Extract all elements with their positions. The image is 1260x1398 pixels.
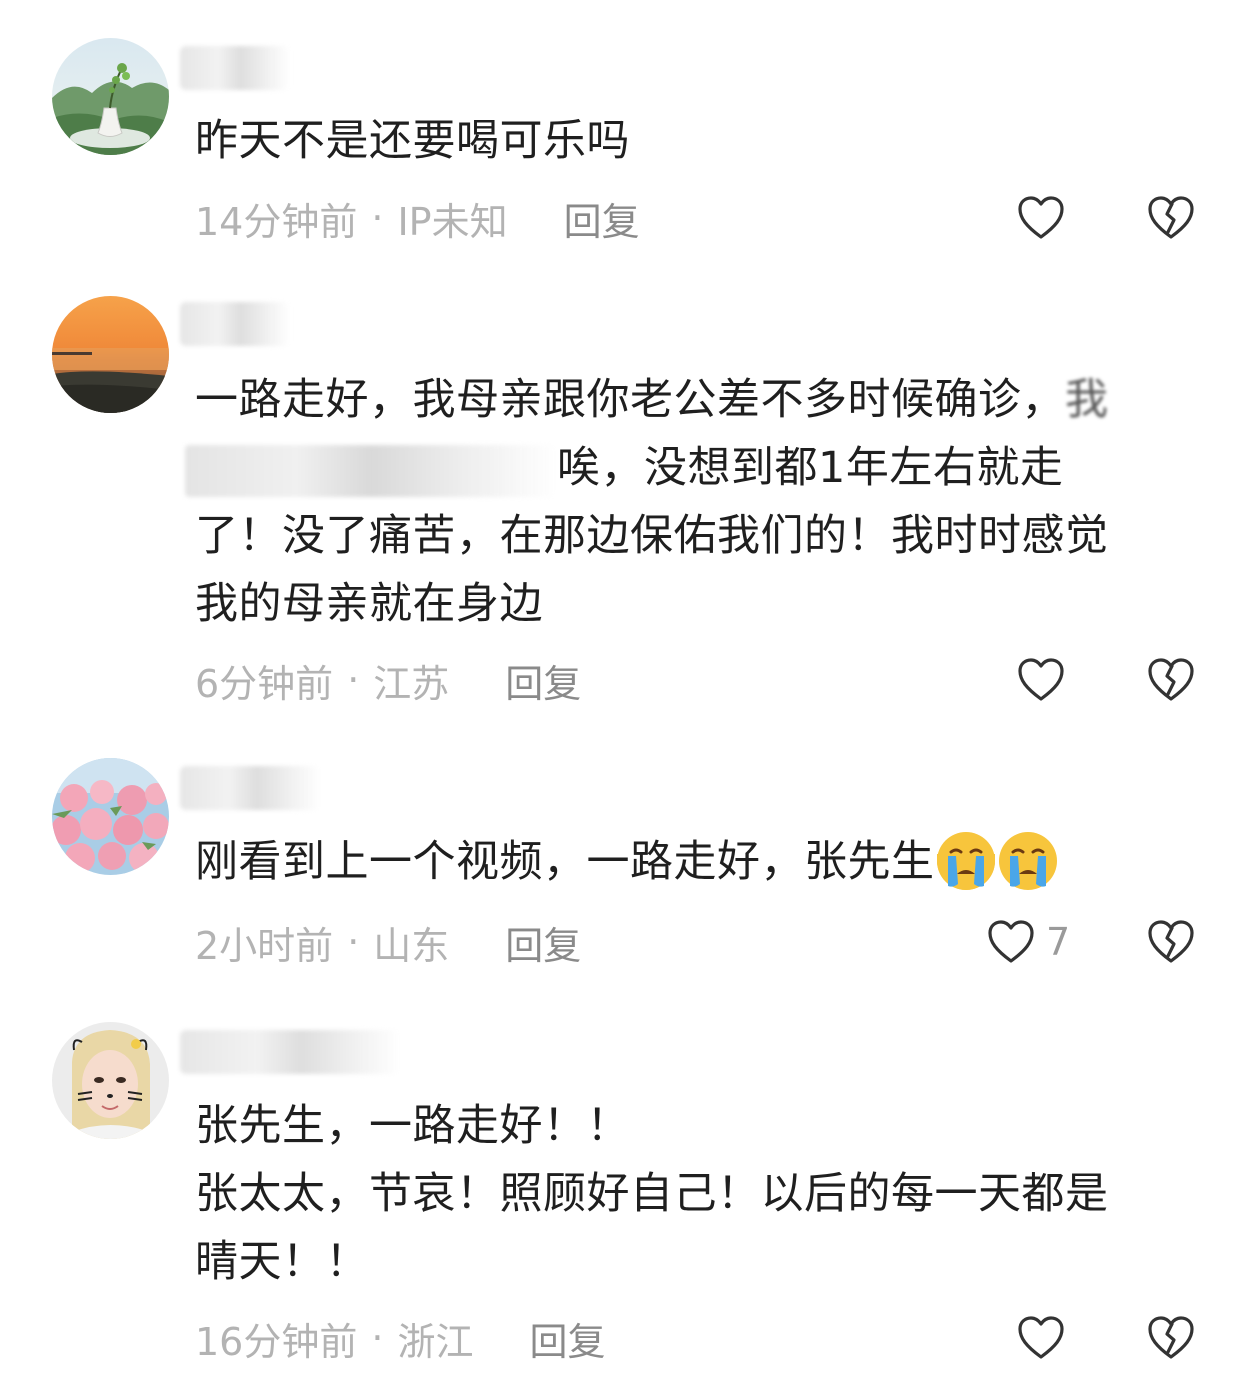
comment-time: 14分钟前	[195, 199, 358, 244]
meta-separator: ·	[347, 658, 360, 702]
bonsai-vase-avatar	[52, 38, 169, 155]
heart-outline-icon	[1018, 1316, 1064, 1359]
comment-line: 我的母亲就在身边	[195, 579, 543, 629]
comment-item: 张先生，一路走好！！ 张太太，节哀！照顾好自己！以后的每一天都是 晴天！！ 16…	[0, 1000, 1260, 1398]
comment-text: 昨天不是还要喝可乐吗	[195, 107, 1205, 175]
dislike-button[interactable]	[1146, 188, 1196, 248]
comment-meta: 14分钟前 · IP未知 回复	[195, 188, 640, 248]
crying-face-icon	[997, 830, 1059, 892]
comment-line: 张太太，节哀！照顾好自己！以后的每一天都是	[195, 1169, 1109, 1219]
heart-outline-icon	[1018, 658, 1064, 701]
comment-location: 山东	[373, 923, 450, 968]
comment-line: 刚看到上一个视频，一路走好，张先生	[195, 828, 1205, 896]
username-blurred[interactable]	[180, 766, 320, 810]
dislike-button[interactable]	[1146, 650, 1196, 710]
username-blurred[interactable]	[180, 1030, 400, 1074]
comment-time: 6分钟前	[195, 661, 334, 706]
user-avatar[interactable]	[52, 758, 169, 875]
user-avatar[interactable]	[52, 296, 169, 413]
comment-line: 唉，没想到都1年左右就走	[185, 434, 1205, 502]
broken-heart-icon	[1148, 1316, 1194, 1359]
reply-button[interactable]: 回复	[505, 915, 581, 970]
username-blurred[interactable]	[180, 302, 290, 346]
user-avatar[interactable]	[52, 38, 169, 155]
comment-line-text: 唉，没想到都1年左右就走	[557, 443, 1064, 493]
comment-line: 了！没了痛苦，在那边保佑我们的！我时时感觉	[195, 511, 1109, 561]
comment-text: 一路走好，我母亲跟你老公差不多时候确诊，我 唉，没想到都1年左右就走 了！没了痛…	[185, 366, 1205, 638]
like-button[interactable]	[1016, 188, 1066, 248]
meta-separator: ·	[347, 920, 360, 964]
reply-button[interactable]: 回复	[564, 191, 640, 246]
comment-line-text: 一路走好，我母亲跟你老公差不多时候确诊，	[195, 375, 1065, 425]
reply-button[interactable]: 回复	[529, 1311, 605, 1366]
user-avatar[interactable]	[52, 1022, 169, 1139]
like-button[interactable]	[1016, 1308, 1066, 1368]
meta-separator: ·	[371, 196, 384, 240]
comment-location: 浙江	[397, 1319, 474, 1364]
like-count: 7	[1046, 920, 1071, 964]
meta-separator: ·	[371, 1316, 384, 1360]
comment-time: 16分钟前	[195, 1319, 358, 1364]
comment-line: 晴天！！	[195, 1237, 369, 1287]
username-blurred[interactable]	[180, 46, 290, 90]
comment-item: 昨天不是还要喝可乐吗 14分钟前 · IP未知 回复	[0, 0, 1260, 260]
comment-line-text: 刚看到上一个视频，一路走好，张先生	[195, 837, 935, 887]
comment-time: 2小时前	[195, 923, 334, 968]
crying-face-icon	[935, 830, 997, 892]
comment-meta: 2小时前 · 山东 回复	[195, 912, 581, 972]
redacted-text	[185, 444, 557, 497]
sunset-lake-avatar	[52, 296, 169, 413]
comment-meta: 6分钟前 · 江苏 回复	[195, 650, 581, 710]
broken-heart-icon	[1148, 920, 1194, 963]
broken-heart-icon	[1148, 196, 1194, 239]
dislike-button[interactable]	[1146, 912, 1196, 972]
reply-button[interactable]: 回复	[505, 653, 581, 708]
heart-outline-icon	[1018, 196, 1064, 239]
comment-location: IP未知	[397, 199, 508, 244]
comment-item: 一路走好，我母亲跟你老公差不多时候确诊，我 唉，没想到都1年左右就走 了！没了痛…	[0, 260, 1260, 720]
comment-text: 刚看到上一个视频，一路走好，张先生	[195, 828, 1205, 896]
broken-heart-icon	[1148, 658, 1194, 701]
comment-line: 昨天不是还要喝可乐吗	[195, 116, 630, 166]
dislike-button[interactable]	[1146, 1308, 1196, 1368]
comment-line-tail: 我	[1065, 375, 1109, 425]
heart-outline-icon	[988, 920, 1034, 963]
comment-text: 张先生，一路走好！！ 张太太，节哀！照顾好自己！以后的每一天都是 晴天！！	[195, 1092, 1205, 1296]
comment-location: 江苏	[373, 661, 450, 706]
comment-line: 一路走好，我母亲跟你老公差不多时候确诊，我	[195, 366, 1205, 434]
like-button[interactable]	[1016, 650, 1066, 710]
pink-roses-avatar	[52, 758, 169, 875]
comment-line: 张先生，一路走好！！	[195, 1101, 630, 1151]
cat-filter-selfie-avatar	[52, 1022, 169, 1139]
comment-item: 刚看到上一个视频，一路走好，张先生 2小时前 · 山东 回复 7	[0, 720, 1260, 1000]
like-button[interactable]: 7	[986, 912, 1070, 972]
comment-meta: 16分钟前 · 浙江 回复	[195, 1308, 605, 1368]
